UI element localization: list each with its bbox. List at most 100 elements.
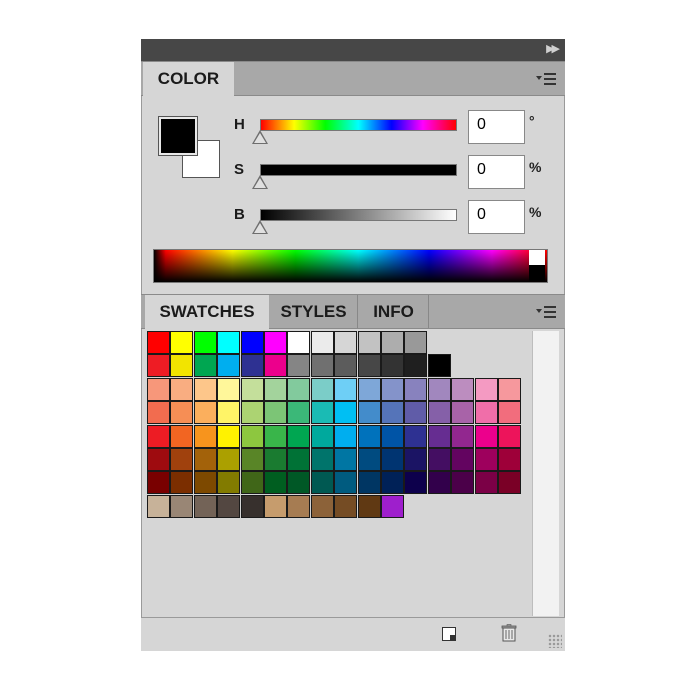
- color-swatch[interactable]: [404, 471, 428, 495]
- color-swatch[interactable]: [264, 331, 287, 354]
- color-swatch[interactable]: [451, 424, 475, 448]
- color-swatch[interactable]: [474, 448, 498, 471]
- color-spectrum-ramp[interactable]: [153, 249, 548, 283]
- color-swatch[interactable]: [498, 424, 521, 448]
- brightness-slider[interactable]: [260, 209, 457, 221]
- color-swatch[interactable]: [147, 494, 170, 518]
- color-swatch[interactable]: [474, 377, 498, 401]
- color-swatch[interactable]: [193, 494, 217, 518]
- color-swatch[interactable]: [474, 424, 498, 448]
- swatches-scrollbar[interactable]: [532, 331, 559, 616]
- color-swatch[interactable]: [147, 471, 170, 495]
- color-swatch[interactable]: [427, 377, 451, 401]
- color-swatch[interactable]: [217, 377, 241, 401]
- resize-grip-icon[interactable]: [548, 634, 562, 648]
- color-swatch[interactable]: [427, 471, 451, 495]
- color-swatch[interactable]: [193, 331, 217, 354]
- saturation-value-field[interactable]: 0: [468, 155, 525, 189]
- color-swatch[interactable]: [451, 448, 475, 471]
- collapse-icon[interactable]: ▶▶: [546, 42, 560, 55]
- color-swatch[interactable]: [240, 448, 264, 471]
- color-swatch[interactable]: [404, 448, 428, 471]
- color-swatch[interactable]: [404, 401, 428, 425]
- color-swatch[interactable]: [310, 331, 334, 354]
- tab-styles[interactable]: STYLES: [270, 295, 358, 328]
- color-swatch[interactable]: [240, 424, 264, 448]
- saturation-slider-thumb[interactable]: [252, 175, 268, 189]
- color-swatch[interactable]: [451, 377, 475, 401]
- color-swatch[interactable]: [264, 494, 287, 518]
- panel-title-bar[interactable]: ▶▶: [141, 39, 565, 61]
- color-swatch[interactable]: [193, 471, 217, 495]
- color-swatch[interactable]: [264, 377, 287, 401]
- color-swatch[interactable]: [240, 377, 264, 401]
- color-swatch[interactable]: [193, 354, 217, 378]
- new-swatch-icon[interactable]: [442, 627, 456, 641]
- color-swatch[interactable]: [498, 448, 521, 471]
- color-swatch[interactable]: [357, 331, 381, 354]
- tab-color[interactable]: COLOR: [143, 62, 234, 96]
- color-swatch[interactable]: [287, 424, 311, 448]
- color-swatch[interactable]: [170, 424, 194, 448]
- color-swatch[interactable]: [193, 424, 217, 448]
- color-panel-menu-icon[interactable]: [536, 72, 558, 86]
- saturation-slider[interactable]: [260, 164, 457, 176]
- color-swatch[interactable]: [264, 424, 287, 448]
- color-swatch[interactable]: [334, 331, 358, 354]
- color-swatch[interactable]: [381, 354, 404, 378]
- color-swatch[interactable]: [357, 471, 381, 495]
- color-swatch[interactable]: [170, 331, 194, 354]
- color-swatch[interactable]: [381, 401, 404, 425]
- color-swatch[interactable]: [357, 354, 381, 378]
- trash-icon[interactable]: [501, 624, 517, 642]
- color-swatch[interactable]: [193, 401, 217, 425]
- color-swatch[interactable]: [334, 354, 358, 378]
- color-swatch[interactable]: [404, 424, 428, 448]
- color-swatch[interactable]: [217, 401, 241, 425]
- hue-value-field[interactable]: 0: [468, 110, 525, 144]
- color-swatch[interactable]: [451, 471, 475, 495]
- color-swatch[interactable]: [357, 401, 381, 425]
- color-swatch[interactable]: [310, 401, 334, 425]
- color-swatch[interactable]: [498, 401, 521, 425]
- brightness-slider-thumb[interactable]: [252, 220, 268, 234]
- tab-swatches[interactable]: SWATCHES: [145, 295, 269, 329]
- color-swatch[interactable]: [147, 424, 170, 448]
- foreground-color-swatch[interactable]: [159, 117, 197, 155]
- color-swatch[interactable]: [357, 448, 381, 471]
- color-swatch[interactable]: [334, 424, 358, 448]
- color-swatch[interactable]: [357, 377, 381, 401]
- swatches-panel-menu-icon[interactable]: [536, 305, 558, 319]
- color-swatch[interactable]: [334, 471, 358, 495]
- color-swatch[interactable]: [310, 494, 334, 518]
- color-swatch[interactable]: [474, 471, 498, 495]
- color-swatch[interactable]: [264, 401, 287, 425]
- color-swatch[interactable]: [310, 424, 334, 448]
- hue-slider[interactable]: [260, 119, 457, 131]
- color-swatch[interactable]: [217, 448, 241, 471]
- color-swatch[interactable]: [264, 471, 287, 495]
- color-swatch[interactable]: [240, 354, 264, 378]
- color-swatch[interactable]: [217, 331, 241, 354]
- color-swatch[interactable]: [170, 377, 194, 401]
- color-swatch[interactable]: [498, 471, 521, 495]
- color-swatch[interactable]: [381, 448, 404, 471]
- color-swatch[interactable]: [264, 448, 287, 471]
- color-swatch[interactable]: [240, 494, 264, 518]
- color-swatch[interactable]: [287, 448, 311, 471]
- color-swatch[interactable]: [147, 377, 170, 401]
- color-swatch[interactable]: [427, 424, 451, 448]
- color-swatch[interactable]: [217, 471, 241, 495]
- color-swatch[interactable]: [147, 401, 170, 425]
- color-swatch[interactable]: [170, 401, 194, 425]
- color-swatch[interactable]: [381, 331, 404, 354]
- color-swatch[interactable]: [240, 401, 264, 425]
- color-swatch[interactable]: [427, 401, 451, 425]
- color-swatch[interactable]: [334, 377, 358, 401]
- color-swatch[interactable]: [381, 377, 404, 401]
- color-swatch[interactable]: [357, 424, 381, 448]
- color-swatch[interactable]: [404, 354, 428, 378]
- color-swatch[interactable]: [287, 401, 311, 425]
- color-swatch[interactable]: [217, 354, 241, 378]
- color-swatch[interactable]: [498, 377, 521, 401]
